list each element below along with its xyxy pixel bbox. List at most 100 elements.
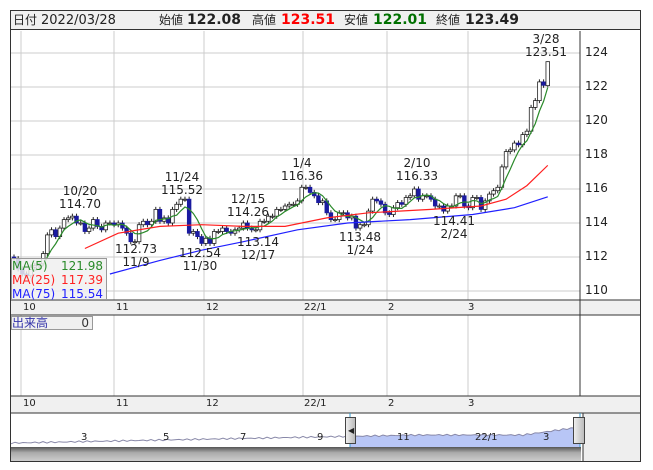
price-chart[interactable] xyxy=(0,0,653,470)
candle-up xyxy=(524,130,530,135)
candle-up xyxy=(45,234,50,254)
annotation-date: 2/24 xyxy=(440,227,468,241)
candle-up xyxy=(220,227,225,232)
candle-up xyxy=(512,142,517,151)
annotation-price: 115.52 xyxy=(161,183,203,197)
candle-up xyxy=(503,151,509,168)
candle-up xyxy=(287,203,292,207)
candle-down xyxy=(145,220,150,226)
candle-down xyxy=(378,200,384,205)
candle-down xyxy=(199,236,204,244)
annotation-high: 3/28 123.51 xyxy=(516,33,576,59)
annotation-date: 1/24 xyxy=(346,243,374,257)
candle-down xyxy=(374,198,379,202)
ma75-label: MA(75) xyxy=(12,287,56,301)
candle-up xyxy=(495,186,500,192)
candle-up xyxy=(61,219,67,229)
annotation-high: 12/15 114.26 xyxy=(218,193,278,219)
navigator-right-handle[interactable] xyxy=(573,417,585,444)
candle-up xyxy=(282,205,288,210)
candle-up xyxy=(241,222,246,229)
navigator-scrollbar[interactable] xyxy=(11,447,581,461)
candle-down xyxy=(328,212,334,221)
annotation-date: 11/30 xyxy=(182,259,218,273)
annotation-high: 2/10 116.33 xyxy=(387,157,447,183)
candle-down xyxy=(399,202,405,205)
candle-down xyxy=(128,232,133,243)
candle-up xyxy=(182,198,188,201)
candle-down xyxy=(307,186,313,193)
y-tick: 112 xyxy=(585,249,608,263)
y-tick: 116 xyxy=(585,181,608,195)
candle-up xyxy=(141,220,146,226)
annotation-price: 114.26 xyxy=(227,205,269,219)
x-tick: 2 xyxy=(388,302,395,313)
annotation-low: 112.54 11/30 xyxy=(170,247,230,273)
candle-up xyxy=(178,198,183,205)
candle-down xyxy=(195,231,200,237)
candle-up xyxy=(370,198,375,212)
volume-value: 0 xyxy=(81,316,89,330)
navigator-tick: 3 xyxy=(81,432,88,443)
candle-up xyxy=(545,61,550,87)
navigator-tick: 22/1 xyxy=(475,432,498,443)
y-tick: 114 xyxy=(585,215,608,229)
x-tick: 11 xyxy=(116,302,129,313)
x-tick: 22/1 xyxy=(304,302,327,313)
x-tick: 2 xyxy=(388,398,395,409)
candle-up xyxy=(341,212,346,215)
candle-up xyxy=(174,203,179,210)
candle-up xyxy=(211,231,217,244)
candle-up xyxy=(261,220,267,223)
candle-up xyxy=(533,100,538,108)
y-tick: 120 xyxy=(585,113,608,127)
ma25-value: 117.39 xyxy=(61,273,103,287)
candle-down xyxy=(53,229,58,238)
candle-down xyxy=(387,212,392,215)
candle-down xyxy=(462,195,467,207)
candle-up xyxy=(457,195,463,198)
annotation-low: 112.73 11/9 xyxy=(106,243,166,269)
annotation-price: 114.70 xyxy=(59,197,101,211)
candle-up xyxy=(86,227,92,232)
candle-up xyxy=(257,220,263,231)
annotation-high: 10/20 114.70 xyxy=(50,185,110,211)
candle-down xyxy=(245,222,250,229)
annotation-low: 113.48 1/24 xyxy=(330,231,390,257)
candle-up xyxy=(474,197,480,199)
candle-up xyxy=(191,231,196,234)
annotation-low: 113.14 12/17 xyxy=(228,236,288,262)
candle-down xyxy=(224,227,229,232)
x-tick: 3 xyxy=(468,302,475,313)
navigator-tick: 11 xyxy=(397,432,410,443)
ma5-label: MA(5) xyxy=(12,259,48,273)
candle-up xyxy=(332,219,338,222)
volume-legend: 出来高 0 xyxy=(11,316,93,330)
navigator-tick: 3 xyxy=(543,432,550,443)
annotation-high: 1/4 116.36 xyxy=(272,157,332,183)
candle-down xyxy=(316,195,321,204)
x-tick: 10 xyxy=(23,302,36,313)
navigator-left-handle[interactable]: ◀ xyxy=(345,417,356,444)
candle-up xyxy=(528,107,534,132)
ma-legend: MA(5) 121.98 MA(25) 117.39 MA(75) 115.54 xyxy=(11,258,107,301)
y-tick: 118 xyxy=(585,147,608,161)
x-tick: 12 xyxy=(206,398,219,409)
ma25-label: MA(25) xyxy=(12,273,56,287)
candle-up xyxy=(424,195,430,198)
x-tick: 11 xyxy=(116,398,129,409)
candle-up xyxy=(395,202,400,209)
candle-up xyxy=(537,81,542,102)
candle-down xyxy=(541,81,546,86)
y-tick: 124 xyxy=(585,45,608,59)
candle-up xyxy=(78,222,83,225)
candle-up xyxy=(362,224,367,227)
annotation-price: 123.51 xyxy=(525,45,567,59)
navigator-tick: 7 xyxy=(240,432,247,443)
candle-up xyxy=(66,217,71,220)
candle-up xyxy=(216,231,221,233)
candle-up xyxy=(49,229,54,236)
candle-up xyxy=(407,195,413,198)
annotation-high: 11/24 115.52 xyxy=(152,171,212,197)
candle-up xyxy=(70,215,75,219)
